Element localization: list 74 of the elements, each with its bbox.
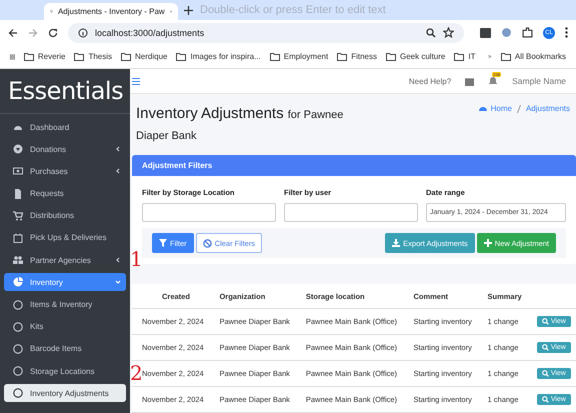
new-tab-icon[interactable] [184,6,193,14]
sidebar-subitem[interactable]: Inventory Adjustments [4,384,126,402]
card-header: Adjustment Filters [132,155,576,176]
circle-icon [13,388,23,398]
money-icon [13,166,23,176]
plus-icon [484,239,492,247]
zoom-icon[interactable] [426,28,436,38]
download-icon [392,239,400,247]
folder-icon [500,52,511,60]
pie-icon [13,277,23,288]
bookmark-link[interactable]: Fitness [351,52,377,61]
input-field[interactable] [284,203,418,222]
sidebar-item[interactable]: Dashboard [4,118,126,136]
circle-icon [13,366,23,376]
back-icon[interactable] [8,28,18,38]
users-icon [13,255,23,266]
help-link[interactable]: Need Help? [408,76,452,86]
handwritten-mark: 1 [130,247,143,271]
folder-icon [24,52,34,60]
chevrons-icon[interactable] [488,53,492,60]
user-name[interactable]: Sample Name [512,76,566,86]
slash-divider-icon [516,105,521,114]
circle-icon [13,300,23,310]
address-bar[interactable]: localhost:3000/adjustments [68,22,464,42]
search-icon [542,318,549,325]
sidebar-item[interactable]: Inventory [4,273,126,292]
bookmark-link[interactable]: Employment [284,52,328,61]
handwritten-mark: 2 [130,361,143,385]
file-icon [13,188,23,199]
menu-icon[interactable] [565,27,568,38]
page-title: Inventory Adjustments for Pawnee Diaper Bank [136,104,344,144]
bookmark-link[interactable]: IT [468,52,476,61]
circle-icon [13,322,23,332]
reload-icon[interactable] [48,28,58,38]
sidebar-subitem[interactable]: Storage Locations [4,362,126,380]
cart-icon [13,210,23,221]
sidebar-item[interactable]: Distributions [4,206,126,225]
sidebar-item[interactable]: Donations [4,140,126,158]
folder-icon [74,52,84,60]
bookmark-link[interactable]: Thesis [88,52,112,61]
funnel-icon [159,239,167,247]
bell-icon [488,76,498,86]
bookmark-link[interactable]: Geek culture [400,52,446,61]
search-icon [542,396,549,403]
input-field[interactable] [142,203,276,222]
sidebar-subitem[interactable]: Barcode Items [4,340,126,358]
search-icon [542,344,549,351]
folder-icon [386,52,396,60]
browser-tab[interactable]: Adjustments - Inventory - Paw [44,3,178,20]
app-logo: Essentials [8,77,124,105]
folder-icon [337,52,348,60]
extension-icon[interactable] [480,28,491,38]
gauge-icon [478,104,488,112]
sidebar-subitem[interactable]: Items & Inventory [4,296,126,314]
circle-icon [13,344,23,354]
search-icon [542,370,549,377]
bookmark-link[interactable]: Images for inspira... [190,52,261,61]
folder-icon [454,52,464,60]
edit-hint: Double-click or press Enter to edit text [200,4,386,16]
bookmark-link[interactable]: All Bookmarks [514,52,566,61]
ban-icon [202,238,212,248]
bookmark-link[interactable]: Nerdique [135,52,168,61]
sidebar-subitem[interactable]: Kits [4,318,126,336]
folder-icon [176,52,186,60]
sidebar-item[interactable]: Purchases [4,162,126,180]
bookmark-link[interactable]: Reverie [38,52,66,61]
sidebar-item[interactable]: Requests [4,184,126,203]
info-icon [78,28,88,38]
folder-icon [121,52,132,60]
sidebar-item[interactable]: Partner Agencies [4,251,126,270]
star-icon[interactable] [443,27,454,38]
apps-icon[interactable] [10,52,15,62]
sidebar-item[interactable]: Pick Ups & Deliveries [4,228,126,247]
folder-icon [270,52,280,60]
